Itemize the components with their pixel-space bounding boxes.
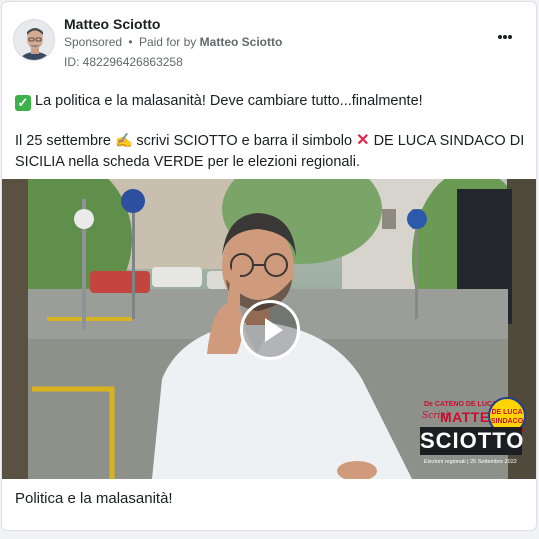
writing-hand-emoji-icon: ✍ [114,132,133,148]
sponsored-label: Sponsored [64,35,123,49]
video-caption[interactable]: Politica e la malasanità! [15,490,173,507]
author-name[interactable]: Matteo Sciotto [64,16,160,32]
post-text-1: La politica e la malasanità! Deve cambia… [35,93,423,109]
check-mark-emoji-icon: ✓ [15,95,31,111]
sponsored-line: Sponsored • Paid for by Matteo Sciotto [64,35,282,49]
logo-cateno-text: De CATENO DE LUCA [424,401,497,408]
video-player[interactable]: De CATENO DE LUCA Scrivi MATTEO DE LUCA … [2,179,536,479]
paid-for-name[interactable]: Matteo Sciotto [200,35,283,49]
ad-library-id: ID: 482296426863258 [64,55,183,69]
author-avatar[interactable] [13,19,55,61]
meta-separator: • [128,35,133,49]
paid-for-prefix: Paid for by [138,35,197,49]
campaign-logo-overlay: De CATENO DE LUCA Scrivi MATTEO DE LUCA … [418,393,526,479]
play-icon[interactable] [240,300,300,360]
ad-post-card: Matteo Sciotto Sponsored • Paid for by M… [1,1,537,531]
logo-sciotto-text: SCIOTTO [420,427,525,455]
avatar-portrait [14,20,54,60]
logo-elezioni-text: Elezioni regionali | 25 Settembre 2022 [424,459,517,465]
more-options-icon[interactable] [498,26,518,42]
cross-mark-emoji-icon: ✕ [356,132,370,149]
post-text-line-1: ✓ La politica e la malasanità! Deve cambi… [15,91,525,112]
post-text-2a: Il 25 settembre [15,133,111,149]
post-text-paragraph-2: Il 25 settembre ✍ scrivi SCIOTTO e barra… [15,130,525,173]
post-text-2b: scrivi SCIOTTO e barra il simbolo [136,133,353,149]
